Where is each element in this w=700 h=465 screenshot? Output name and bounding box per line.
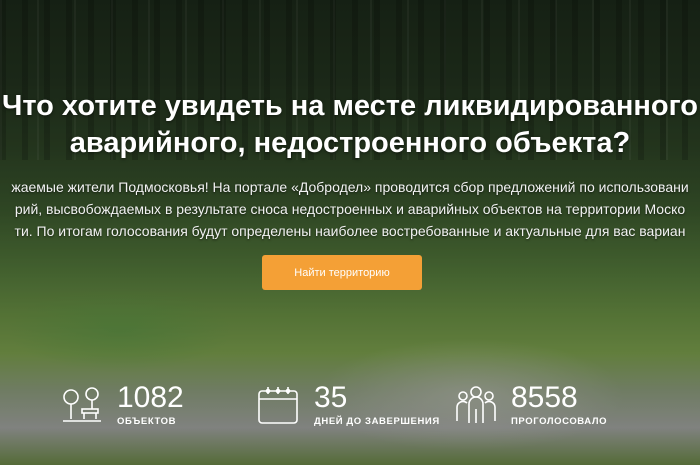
find-territory-button[interactable]: Найти территорию (262, 255, 422, 290)
intro-line-1: жаемые жители Подмосковья! На портале «Д… (11, 179, 689, 195)
days-count: 35 (314, 381, 348, 414)
intro-line-2: рий, высвобождаемых в результате сноса н… (14, 201, 686, 217)
intro-line-3: ти. По итогам голосования будут определе… (14, 223, 686, 239)
voted-count: 8558 (511, 381, 578, 414)
hero-banner: Что хотите увидеть на месте ликвидирован… (0, 0, 700, 465)
stat-voted: 8558 ПРОГОЛОСОВАЛО (454, 380, 654, 430)
title-line-1: Что хотите увидеть на месте ликвидирован… (1, 90, 699, 122)
park-icon (63, 387, 101, 422)
objects-count: 1082 (117, 381, 184, 414)
voted-label: ПРОГОЛОСОВАЛО (511, 416, 608, 427)
calendar-icon (258, 387, 298, 424)
stat-objects: 1082 ОБЪЕКТОВ (60, 380, 230, 430)
stats-bar: 1082 ОБЪЕКТОВ 35 ДНЕЙ ДО ЗАВЕРШЕНИЯ 8558… (0, 380, 700, 430)
objects-label: ОБЪЕКТОВ (117, 416, 177, 427)
title-line-2: аварийного, недостроенного объекта? (69, 127, 631, 159)
intro-text: жаемые жители Подмосковья! На портале «Д… (0, 176, 700, 242)
page-title: Что хотите увидеть на месте ликвидирован… (0, 88, 700, 162)
days-label: ДНЕЙ ДО ЗАВЕРШЕНИЯ (314, 416, 440, 427)
people-icon (456, 386, 496, 423)
stat-days-left: 35 ДНЕЙ ДО ЗАВЕРШЕНИЯ (256, 380, 456, 430)
